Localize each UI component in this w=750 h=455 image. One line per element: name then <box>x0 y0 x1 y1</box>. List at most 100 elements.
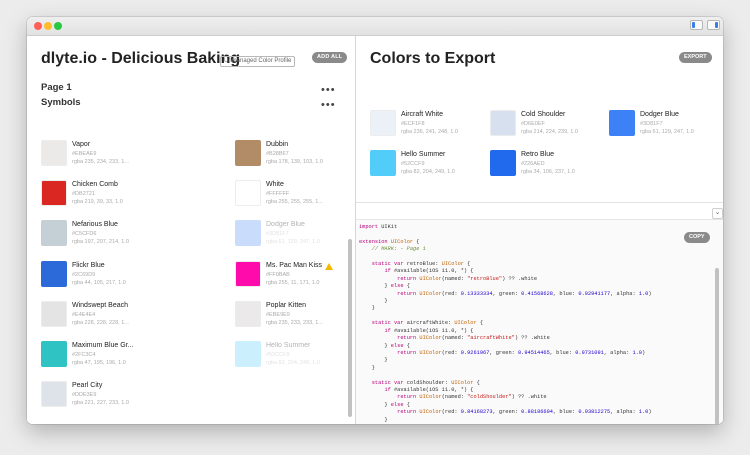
swift-code: import UIKit extension UIColor { // MARK… <box>359 224 652 424</box>
symbols-pane: dlyte.io - Delicious Baking Unmanaged Co… <box>27 36 349 424</box>
color-hex: #C5CFD6 <box>72 231 97 238</box>
color-symbol-item[interactable]: Ms. Pac Man Kiss #FF0BAB rgba 255, 11, 171… <box>235 260 349 297</box>
warning-icon[interactable] <box>325 262 333 270</box>
code-line: } <box>359 364 375 371</box>
color-rgba: rgba 82, 204, 249, 1.0 <box>266 360 320 366</box>
color-symbol-item[interactable]: White #FFFFFF rgba 255, 255, 255, 1... <box>235 180 349 216</box>
color-symbol-item[interactable]: Flickr Blue #2C69D9 rgba 44, 105, 217, 1.0 <box>41 260 181 297</box>
color-symbol-item[interactable]: Pearl City #DDE3E9 rgba 221, 227, 233, 1.0 <box>41 381 181 417</box>
color-hex: #ECF1F8 <box>401 121 425 127</box>
symbols-label: Symbols <box>41 97 81 108</box>
color-swatch[interactable] <box>235 300 261 327</box>
color-hex: #2FC3C4 <box>72 352 96 358</box>
color-swatch[interactable] <box>370 150 396 176</box>
color-rgba: rgba 228, 228, 228, 1... <box>72 319 129 326</box>
page-more-icon[interactable]: ••• <box>321 85 336 96</box>
color-rgba: rgba 221, 227, 233, 1.0 <box>72 400 129 407</box>
color-swatch[interactable] <box>235 140 261 166</box>
color-rgba: rgba 235, 234, 233, 1... <box>72 159 129 165</box>
color-hex: #EBE9E9 <box>266 311 290 318</box>
color-hex: #3D81F7 <box>266 231 289 238</box>
color-symbol-item[interactable]: Dodger Blue #3D81F7 rgba 61, 129, 247, 1.0 <box>609 110 723 146</box>
color-rgba: rgba 219, 39, 33, 1.0 <box>72 199 123 206</box>
export-pane: Colors to Export EXPORT Aircraft White #E… <box>356 36 723 424</box>
color-hex: #FFFFFF <box>266 191 290 198</box>
export-button[interactable]: EXPORT <box>679 52 712 63</box>
color-rgba: rgba 34, 106, 237, 1.0 <box>521 169 575 175</box>
code-line: return UIColor(red: 0.9261967, green: 0.… <box>397 349 646 356</box>
color-swatch[interactable] <box>235 180 261 207</box>
color-symbol-item[interactable]: Poplar Kitten #EBE9E9 rgba 235, 233, 233, … <box>235 300 349 337</box>
color-symbol-item[interactable]: Hello Summer #52CCF9 rgba 82, 204, 249, 1.… <box>370 150 510 186</box>
title-bar <box>27 17 723 36</box>
color-swatch[interactable] <box>235 220 261 247</box>
color-rgba: rgba 178, 139, 103, 1.0 <box>266 159 323 165</box>
color-symbol-item[interactable]: Dodger Blue #3D81F7 rgba 61, 129, 247, 1.0 <box>235 220 349 256</box>
export-divider <box>356 202 723 203</box>
code-line: } else { <box>359 283 410 290</box>
color-rgba: rgba 44, 105, 217, 1.0 <box>72 279 126 286</box>
color-rgba: rgba 236, 241, 248, 1.0 <box>401 129 458 135</box>
color-swatch[interactable] <box>609 110 635 136</box>
color-name: Hello Summer <box>266 342 311 349</box>
color-symbol-item[interactable]: Windswept Beach #E4E4E4 rgba 228, 228, 228… <box>41 300 181 337</box>
symbols-scrollbar[interactable] <box>348 239 352 417</box>
color-name: Dubbin <box>266 141 289 148</box>
color-symbol-item[interactable]: Nefarious Blue #C5CFD6 rgba 197, 207, 214,… <box>41 220 181 256</box>
color-swatch[interactable] <box>490 110 516 136</box>
code-line: } <box>359 357 388 364</box>
color-rgba: rgba 214, 224, 239, 1.0 <box>521 129 578 135</box>
color-hex: #DDE3E9 <box>72 392 97 399</box>
color-name: Aircraft White <box>401 111 444 118</box>
color-symbol-item[interactable]: Maximum Blue Gr... #2FC3C4 rgba 47, 195, 1… <box>41 341 181 377</box>
color-rgba: rgba 197, 207, 214, 1.0 <box>72 239 129 246</box>
color-swatch[interactable] <box>235 260 261 287</box>
color-swatch[interactable] <box>370 110 396 136</box>
color-swatch[interactable] <box>41 381 67 408</box>
color-rgba: rgba 255, 11, 171, 1.0 <box>266 279 320 286</box>
minimize-window-button[interactable] <box>44 22 52 30</box>
color-symbol-item[interactable]: Retro Blue #226AED rgba 34, 106, 237, 1.0 <box>490 150 630 186</box>
code-scrollbar[interactable] <box>715 268 719 424</box>
code-preview[interactable]: import UIKit extension UIColor { // MARK… <box>356 219 723 424</box>
code-line: return UIColor(named: "coldShoulder") ??… <box>397 394 547 401</box>
symbols-more-icon[interactable]: ••• <box>321 100 336 111</box>
color-swatch[interactable] <box>41 260 67 287</box>
color-hex: #2C69D9 <box>72 271 96 278</box>
color-name: Windswept Beach <box>72 301 129 309</box>
color-name: Vapor <box>72 141 91 148</box>
color-swatch[interactable] <box>41 220 67 247</box>
code-line: // MARK: - Page 1 <box>359 246 426 253</box>
collapse-code-chevron-icon[interactable]: ⌄ <box>712 208 723 219</box>
color-symbol-item[interactable]: Vapor #EBEAE9 rgba 235, 234, 233, 1... <box>41 140 181 176</box>
code-line: static var retroBlue: UIColor { <box>371 261 471 268</box>
color-hex: #FF0BAB <box>266 271 290 278</box>
color-name: Chicken Comb <box>72 181 118 189</box>
color-name: Pearl City <box>72 382 103 390</box>
color-symbol-item[interactable]: Aircraft White #ECF1F8 rgba 236, 241, 248,… <box>370 110 510 146</box>
color-name: Dodger Blue <box>266 221 305 229</box>
color-swatch[interactable] <box>235 341 261 367</box>
color-swatch[interactable] <box>41 300 67 327</box>
code-line: return UIColor(named: "aircraftWhite") ?… <box>397 335 550 342</box>
color-symbol-item[interactable]: Hello Summer #52CCF9 rgba 82, 204, 249, 1.… <box>235 341 349 377</box>
copy-button[interactable]: COPY <box>684 232 710 243</box>
color-swatch[interactable] <box>490 150 516 176</box>
export-title: Colors to Export <box>370 50 496 67</box>
color-swatch[interactable] <box>41 140 67 166</box>
color-symbol-item[interactable]: Chicken Comb #DB2721 rgba 219, 39, 33, 1.0 <box>41 180 181 216</box>
color-swatch[interactable] <box>41 341 67 367</box>
color-hex: #52CCF9 <box>266 352 290 358</box>
color-swatch[interactable] <box>41 180 67 207</box>
code-line: } else { <box>359 401 410 408</box>
toggle-left-sidebar-icon[interactable] <box>690 20 703 30</box>
close-window-button[interactable] <box>34 22 42 30</box>
color-rgba: rgba 47, 195, 196, 1.0 <box>72 360 126 366</box>
toggle-right-sidebar-icon[interactable] <box>707 20 720 30</box>
color-name: Poplar Kitten <box>266 301 307 309</box>
color-symbol-item[interactable]: Dubbin #B28B67 rgba 178, 139, 103, 1.0 <box>235 140 349 176</box>
zoom-window-button[interactable] <box>54 22 62 30</box>
add-all-button[interactable]: ADD ALL <box>312 52 348 63</box>
color-name: Retro Blue <box>521 151 555 158</box>
code-line: return UIColor(red: 0.84168273, green: 0… <box>397 409 652 416</box>
